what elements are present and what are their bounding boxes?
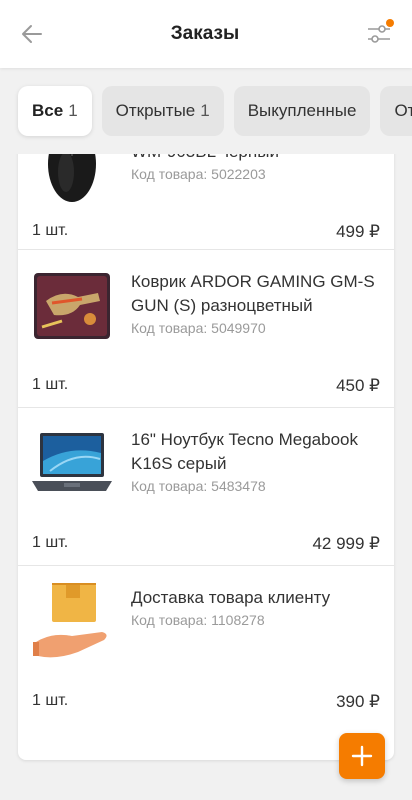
tab-count: 1 <box>200 101 210 120</box>
top-bar: Заказы <box>0 0 412 68</box>
tab-label: От <box>394 101 412 120</box>
plus-icon <box>351 745 373 767</box>
mouse-pad-image <box>30 264 114 348</box>
page-title: Заказы <box>170 23 240 44</box>
item-price: 42 999 ₽ <box>312 534 380 553</box>
item-price: 499 ₽ <box>336 222 380 241</box>
item-name: Доставка товара клиенту <box>131 588 331 607</box>
item-quantity: 1 шт. <box>32 534 69 551</box>
item-code: Код товара: 5022203 <box>131 166 266 182</box>
status-tabs: Все 1 Открытые 1 Выкупленные От <box>0 68 412 154</box>
order-item[interactable]: Коврик ARDOR GAMING GM-S GUN (S) разноцв… <box>18 250 394 408</box>
item-price: 390 ₽ <box>336 692 380 711</box>
item-code: Код товара: 5483478 <box>131 478 266 494</box>
sliders-icon[interactable] <box>366 19 394 47</box>
order-item[interactable]: Доставка товара клиенту Код товара: 1108… <box>18 566 394 724</box>
tab-label: Все <box>32 101 64 120</box>
notification-dot <box>385 19 394 27</box>
item-code: Код товара: 1108278 <box>131 612 265 628</box>
item-quantity: 1 шт. <box>32 692 69 709</box>
order-items-card: Мышь беспроводная DEXP WM-903BL черный К… <box>18 120 394 760</box>
tab-open[interactable]: Открытые 1 <box>101 86 224 136</box>
tab-other[interactable]: От <box>380 86 412 136</box>
item-name: 16" Ноутбук Tecno Megabook K16S серый <box>131 430 358 473</box>
tab-label: Выкупленные <box>247 101 357 120</box>
tab-label: Открытые <box>115 101 196 120</box>
item-name: Коврик ARDOR GAMING GM-S GUN (S) разноцв… <box>131 272 375 315</box>
laptop-image <box>30 422 114 506</box>
item-price: 450 ₽ <box>336 376 380 395</box>
arrow-left-icon[interactable] <box>20 22 44 46</box>
tab-all[interactable]: Все 1 <box>18 86 92 136</box>
add-button[interactable] <box>339 733 385 779</box>
item-quantity: 1 шт. <box>32 222 69 239</box>
item-code: Код товара: 5049970 <box>131 320 266 336</box>
delivery-box-image <box>30 580 114 664</box>
order-item[interactable]: 16" Ноутбук Tecno Megabook K16S серый Ко… <box>18 408 394 566</box>
tab-count: 1 <box>68 101 78 120</box>
item-quantity: 1 шт. <box>32 376 69 393</box>
tab-redeemed[interactable]: Выкупленные <box>233 86 371 136</box>
